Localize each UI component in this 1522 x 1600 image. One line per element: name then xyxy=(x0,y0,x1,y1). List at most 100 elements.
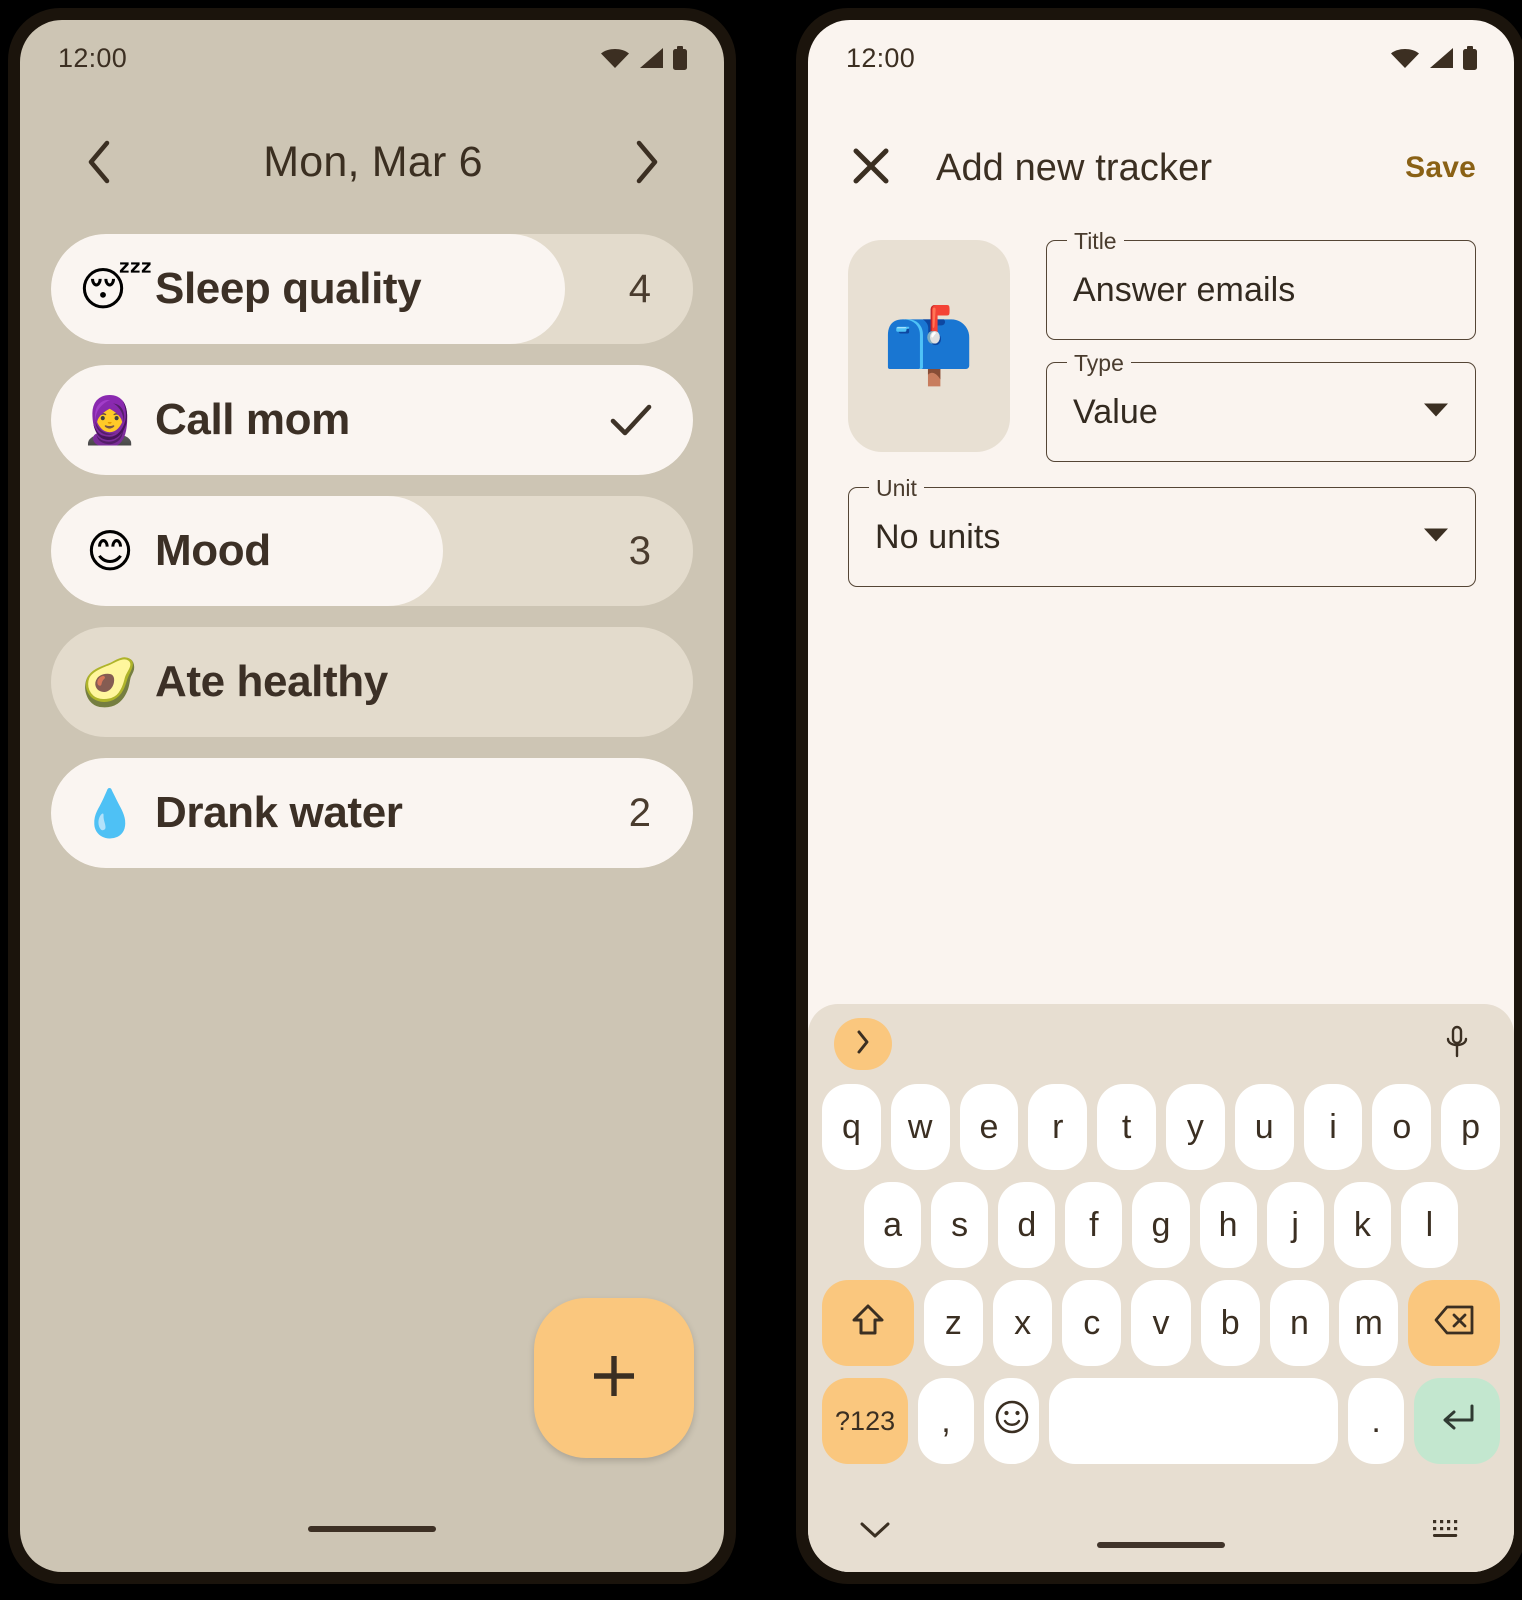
key-enter[interactable] xyxy=(1413,1378,1500,1464)
microphone-icon xyxy=(1444,1025,1470,1064)
status-icons xyxy=(1390,46,1478,70)
signal-icon xyxy=(1428,47,1454,69)
key-i[interactable]: i xyxy=(1303,1084,1363,1170)
tracker-row[interactable]: 🥑 Ate healthy xyxy=(51,627,693,737)
key-backspace[interactable] xyxy=(1408,1280,1500,1366)
voice-input-button[interactable] xyxy=(1434,1021,1480,1067)
key-n[interactable]: n xyxy=(1269,1280,1329,1366)
suggestions-expand-button[interactable] xyxy=(834,1018,892,1070)
wifi-icon xyxy=(1390,47,1420,69)
emoji-picker-button[interactable]: 📫 xyxy=(848,240,1010,452)
tracker-value: 3 xyxy=(628,528,651,573)
status-clock: 12:00 xyxy=(846,42,916,73)
chevron-down-icon xyxy=(858,1519,892,1546)
tracker-form: 📫 Title Answer emails Type Value Unit No… xyxy=(808,216,1514,587)
key-comma[interactable]: , xyxy=(918,1378,974,1464)
key-h[interactable]: h xyxy=(1199,1182,1257,1268)
smiling-face-emoji: 😊 xyxy=(86,525,134,577)
key-c[interactable]: c xyxy=(1062,1280,1122,1366)
battery-icon xyxy=(672,46,688,70)
hide-keyboard-button[interactable] xyxy=(858,1519,892,1546)
next-day-button[interactable] xyxy=(624,139,670,185)
unit-select[interactable]: Unit No units xyxy=(848,475,1476,587)
on-screen-keyboard: q w e r t y u i o p a s d f g h j k l z … xyxy=(808,1004,1514,1572)
app-bar: Add new tracker Save xyxy=(808,120,1514,216)
date-header: Mon, Mar 6 xyxy=(20,110,724,214)
keyboard-bottom-bar xyxy=(816,1476,1506,1572)
mailbox-emoji: 📫 xyxy=(882,304,976,387)
key-a[interactable]: a xyxy=(864,1182,922,1268)
key-z[interactable]: z xyxy=(923,1280,983,1366)
shift-icon xyxy=(851,1302,885,1345)
prev-day-button[interactable] xyxy=(76,139,122,185)
enter-icon xyxy=(1437,1401,1477,1442)
title-field-value: Answer emails xyxy=(1073,270,1296,309)
tracker-row[interactable]: 😊 Mood 3 xyxy=(51,496,693,606)
home-indicator xyxy=(308,1526,436,1532)
key-l[interactable]: l xyxy=(1400,1182,1458,1268)
key-r[interactable]: r xyxy=(1028,1084,1088,1170)
save-button[interactable]: Save xyxy=(1405,151,1476,185)
key-s[interactable]: s xyxy=(931,1182,989,1268)
dual-phone-stage: 12:00 Mon, Mar 6 😴 Sleep quality 4 🧕 Cal… xyxy=(0,0,1522,1600)
key-p[interactable]: p xyxy=(1441,1084,1500,1170)
emoji-face-icon xyxy=(993,1398,1031,1445)
switch-keyboard-button[interactable] xyxy=(1430,1516,1464,1549)
sleeping-face-emoji: 😴 xyxy=(79,263,153,315)
key-space[interactable] xyxy=(1049,1378,1339,1464)
key-v[interactable]: v xyxy=(1131,1280,1191,1366)
type-select[interactable]: Type Value xyxy=(1046,350,1476,462)
unit-select-value: No units xyxy=(875,517,1001,556)
key-o[interactable]: o xyxy=(1372,1084,1432,1170)
screen-tracker-list: 12:00 Mon, Mar 6 😴 Sleep quality 4 🧕 Cal… xyxy=(20,20,724,1572)
key-d[interactable]: d xyxy=(998,1182,1056,1268)
tracker-label: Mood xyxy=(155,526,271,575)
keyboard-toolbar xyxy=(816,1004,1506,1084)
title-field[interactable]: Title Answer emails xyxy=(1046,228,1476,340)
key-e[interactable]: e xyxy=(959,1084,1019,1170)
key-x[interactable]: x xyxy=(992,1280,1053,1366)
battery-icon xyxy=(1462,46,1478,70)
keyboard-row-2: a s d f g h j k l xyxy=(816,1182,1506,1268)
key-shift[interactable] xyxy=(822,1280,914,1366)
avocado-emoji: 🥑 xyxy=(81,656,139,708)
phone-right: 12:00 Add new tracker Save 📫 Title Answe… xyxy=(796,8,1522,1584)
tracker-label: Call mom xyxy=(155,395,350,444)
key-q[interactable]: q xyxy=(822,1084,881,1170)
close-icon xyxy=(849,144,893,193)
key-symbols[interactable]: ?123 xyxy=(822,1378,909,1464)
type-select-label: Type xyxy=(1067,350,1131,376)
key-k[interactable]: k xyxy=(1333,1182,1391,1268)
signal-icon xyxy=(638,47,664,69)
tracker-label: Drank water xyxy=(155,788,403,837)
key-period[interactable]: . xyxy=(1348,1378,1404,1464)
tracker-row[interactable]: 💧 Drank water 2 xyxy=(51,758,693,868)
tracker-list: 😴 Sleep quality 4 🧕 Call mom 😊 Mood 3 🥑 … xyxy=(20,234,724,868)
page-title: Mon, Mar 6 xyxy=(263,137,483,186)
type-select-value: Value xyxy=(1073,392,1158,431)
home-indicator xyxy=(1097,1542,1225,1548)
tracker-label: Ate healthy xyxy=(155,657,388,706)
key-j[interactable]: j xyxy=(1266,1182,1324,1268)
keyboard-row-1: q w e r t y u i o p xyxy=(816,1084,1506,1170)
key-m[interactable]: m xyxy=(1339,1280,1399,1366)
caret-down-icon xyxy=(1423,527,1449,548)
tracker-row[interactable]: 🧕 Call mom xyxy=(51,365,693,475)
phone-left: 12:00 Mon, Mar 6 😴 Sleep quality 4 🧕 Cal… xyxy=(8,8,736,1584)
screen-add-tracker: 12:00 Add new tracker Save 📫 Title Answe… xyxy=(808,20,1514,1572)
keyboard-switch-icon xyxy=(1430,1516,1464,1549)
key-g[interactable]: g xyxy=(1132,1182,1190,1268)
key-w[interactable]: w xyxy=(890,1084,950,1170)
key-emoji[interactable] xyxy=(983,1378,1040,1464)
tracker-label: Sleep quality xyxy=(155,264,422,313)
key-u[interactable]: u xyxy=(1234,1084,1294,1170)
add-tracker-fab[interactable] xyxy=(534,1298,694,1458)
key-f[interactable]: f xyxy=(1065,1182,1123,1268)
plus-icon xyxy=(585,1347,643,1410)
key-t[interactable]: t xyxy=(1097,1084,1156,1170)
tracker-row[interactable]: 😴 Sleep quality 4 xyxy=(51,234,693,344)
key-b[interactable]: b xyxy=(1200,1280,1260,1366)
title-field-label: Title xyxy=(1067,228,1124,254)
key-y[interactable]: y xyxy=(1166,1084,1225,1170)
close-button[interactable] xyxy=(844,141,898,195)
